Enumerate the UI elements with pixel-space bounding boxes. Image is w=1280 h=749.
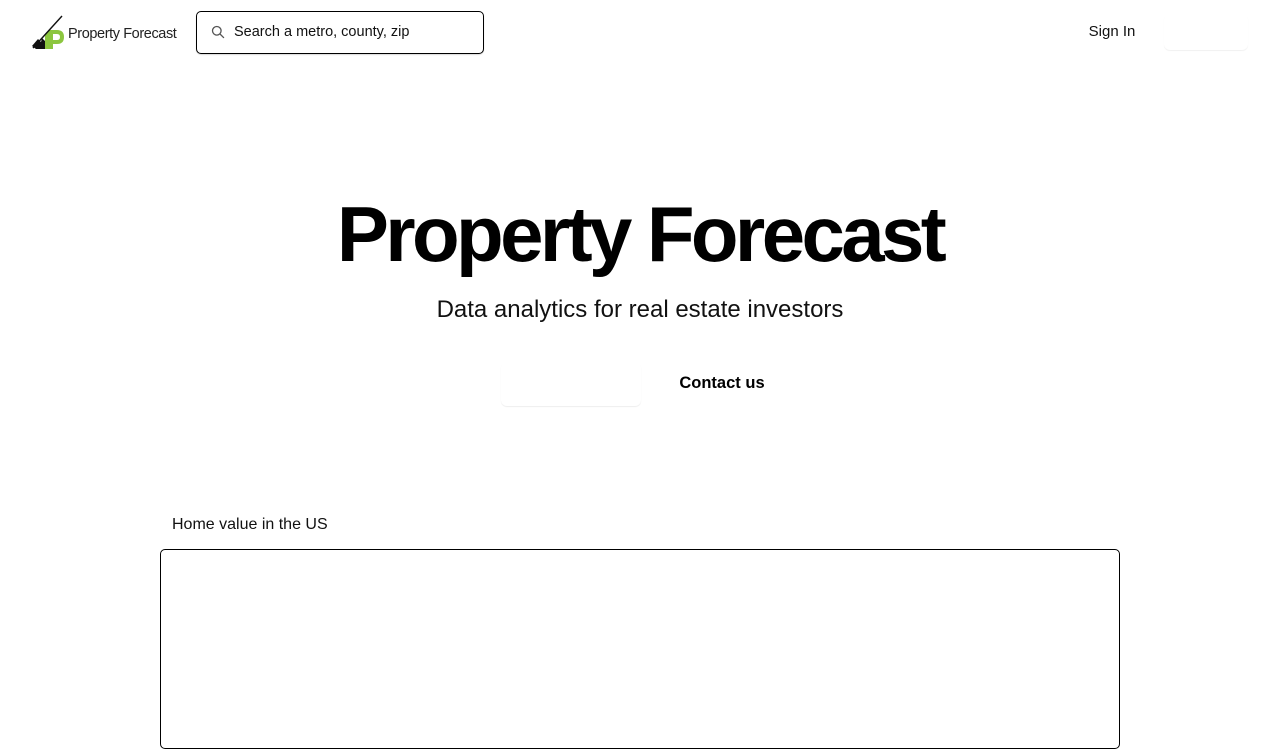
property-forecast-logo-icon <box>32 15 64 49</box>
hero-subtitle: Data analytics for real estate investors <box>436 296 844 323</box>
search-input[interactable] <box>234 23 469 40</box>
home-value-chart-container[interactable] <box>160 549 1120 749</box>
search-icon <box>211 25 225 38</box>
chart-section-label: Home value in the US <box>172 516 328 533</box>
primary-cta-button[interactable] <box>501 362 641 406</box>
hero-title: Property Forecast <box>336 190 947 278</box>
search-bar[interactable] <box>196 11 484 54</box>
logo-text: Property Forecast <box>68 26 177 42</box>
site-header: Property Forecast Sign In <box>0 0 1280 64</box>
header-cta-button[interactable] <box>1164 14 1248 50</box>
sign-in-link[interactable]: Sign In <box>1076 20 1148 44</box>
contact-us-button[interactable]: Contact us <box>664 370 780 396</box>
site-logo[interactable]: Property Forecast <box>32 15 177 49</box>
